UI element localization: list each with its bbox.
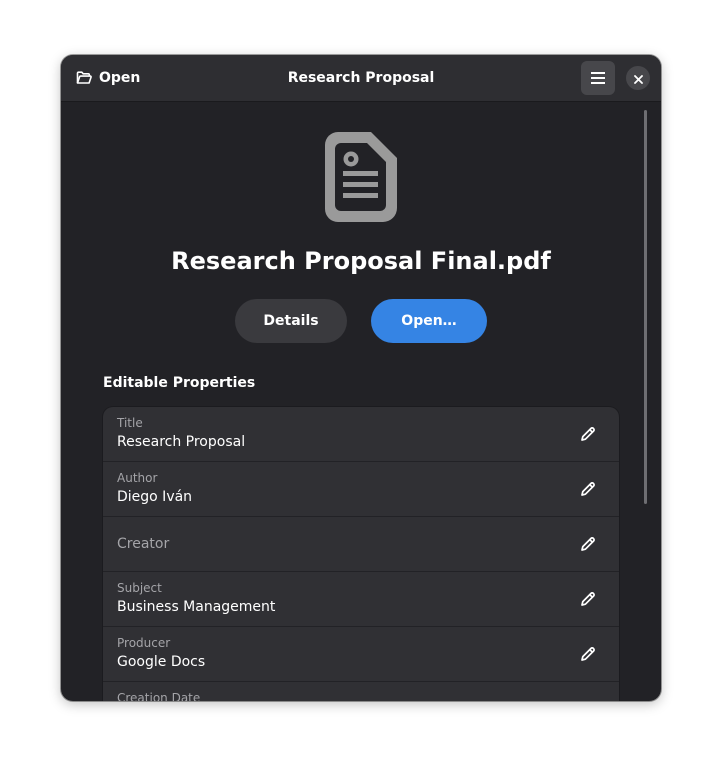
open-button-label: Open xyxy=(99,70,141,86)
open-button[interactable]: Open xyxy=(70,63,146,93)
vertical-scrollbar[interactable] xyxy=(644,110,647,504)
property-label: Producer xyxy=(117,636,171,650)
property-row-creation-date[interactable]: Creation Date xyxy=(103,682,619,701)
property-row-author[interactable]: Author Diego Iván xyxy=(103,462,619,517)
close-icon xyxy=(633,69,643,88)
file-name: Research Proposal Final.pdf xyxy=(171,247,551,275)
property-row-producer[interactable]: Producer Google Docs xyxy=(103,627,619,682)
pencil-icon[interactable] xyxy=(579,645,597,663)
header-bar: Open Research Proposal xyxy=(61,55,661,102)
close-button[interactable] xyxy=(626,66,650,90)
main-menu-button[interactable] xyxy=(581,61,615,95)
window-title: Research Proposal xyxy=(287,70,435,86)
property-label: Subject xyxy=(117,581,162,595)
pencil-icon[interactable] xyxy=(579,590,597,608)
property-placeholder: Creator xyxy=(117,536,170,552)
pencil-icon[interactable] xyxy=(579,480,597,498)
property-label: Creation Date xyxy=(117,691,201,701)
property-value: Business Management xyxy=(117,599,276,615)
property-value: Google Docs xyxy=(117,654,206,670)
properties-list: Title Research Proposal Author Diego Ivá… xyxy=(103,407,619,701)
property-row-title[interactable]: Title Research Proposal xyxy=(103,407,619,462)
property-label: Author xyxy=(117,471,158,485)
folder-open-icon xyxy=(76,70,92,86)
details-button[interactable]: Details xyxy=(235,299,347,343)
property-label: Title xyxy=(117,416,143,430)
property-value: Research Proposal xyxy=(117,434,246,450)
pencil-icon[interactable] xyxy=(579,535,597,553)
property-row-subject[interactable]: Subject Business Management xyxy=(103,572,619,627)
open-with-button[interactable]: Open… xyxy=(371,299,487,343)
hamburger-menu-icon xyxy=(591,69,605,88)
document-icon xyxy=(324,131,398,223)
property-row-creator[interactable]: Creator xyxy=(103,517,619,572)
section-title: Editable Properties xyxy=(103,375,256,391)
property-value: Diego Iván xyxy=(117,489,193,505)
pencil-icon[interactable] xyxy=(579,425,597,443)
document-properties-window: Open Research Proposal Research Proposal… xyxy=(61,55,661,701)
